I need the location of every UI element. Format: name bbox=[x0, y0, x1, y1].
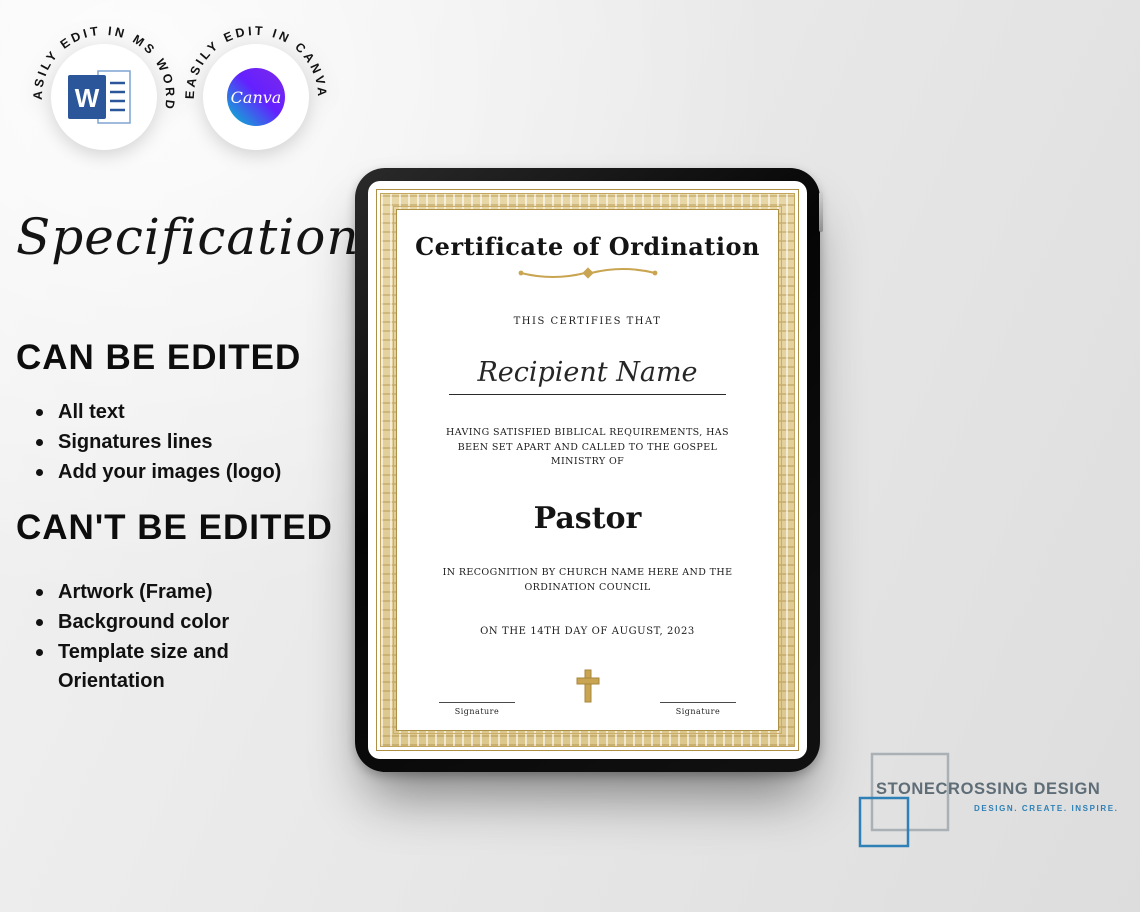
certificate-title: Certificate of Ordination bbox=[415, 232, 760, 261]
can-be-edited-list: All text Signatures lines Add your image… bbox=[34, 398, 314, 488]
body-text-bottom: IN RECOGNITION BY CHURCH NAME HERE AND T… bbox=[442, 567, 733, 593]
cant-be-edited-heading: CAN'T BE EDITED bbox=[16, 508, 333, 547]
tablet-side-button bbox=[819, 192, 823, 232]
list-item: Add your images (logo) bbox=[34, 458, 314, 487]
list-item: Background color bbox=[34, 608, 314, 637]
recipient-block: Recipient Name bbox=[449, 357, 726, 396]
certifies-block: THIS CERTIFIES THAT bbox=[514, 316, 662, 327]
certificate-content: Certificate of Ordination THIS CERTIFIES… bbox=[393, 206, 782, 734]
brand-tagline: DESIGN. CREATE. INSPIRE. bbox=[974, 804, 1119, 813]
brand-logo: STONECROSSING DESIGN DESIGN. CREATE. INS… bbox=[856, 748, 1117, 858]
certificate-ornate-border: Certificate of Ordination THIS CERTIFIES… bbox=[380, 193, 795, 747]
specification-title: Specification bbox=[16, 208, 360, 266]
list-item: Template size and Orientation bbox=[34, 638, 314, 696]
can-be-edited-heading: CAN BE EDITED bbox=[16, 338, 302, 377]
signature-label: Signature bbox=[454, 706, 500, 716]
list-item: Signatures lines bbox=[34, 428, 314, 457]
signature-label: Signature bbox=[675, 706, 721, 716]
list-item: All text bbox=[34, 398, 314, 427]
canva-badge: EASILY EDIT IN CANVA Canva bbox=[183, 24, 326, 150]
body-text-top: HAVING SATISFIED BIBLICAL REQUIREMENTS, … bbox=[446, 426, 729, 468]
cant-be-edited-list: Artwork (Frame) Background color Templat… bbox=[34, 578, 314, 697]
signature-line bbox=[660, 701, 736, 703]
brand-squares-icon bbox=[858, 752, 950, 848]
canva-icon: Canva bbox=[227, 68, 285, 126]
product-mockup-page: EASILY EDIT IN MS WORD W EASILY EDIT IN … bbox=[0, 0, 1140, 912]
canva-logo-text: Canva bbox=[231, 88, 282, 107]
certifies-line: THIS CERTIFIES THAT bbox=[513, 315, 662, 327]
tablet-screen: Certificate of Ordination THIS CERTIFIES… bbox=[368, 181, 807, 759]
cross-icon bbox=[574, 668, 602, 708]
tablet-mockup: Certificate of Ordination THIS CERTIFIES… bbox=[355, 168, 823, 772]
signature-row: Signature Signature bbox=[413, 668, 762, 716]
brand-name: STONECROSSING DESIGN bbox=[876, 780, 1101, 798]
certificate: Certificate of Ordination THIS CERTIFIES… bbox=[376, 189, 799, 751]
flourish-ornament-icon bbox=[415, 265, 760, 285]
ms-word-badge: EASILY EDIT IN MS WORD W bbox=[20, 13, 174, 150]
list-item: Artwork (Frame) bbox=[34, 578, 314, 607]
certificate-header: Certificate of Ordination bbox=[415, 232, 760, 285]
date-line: ON THE 14TH DAY OF AUGUST, 2023 bbox=[480, 626, 695, 638]
ms-word-icon: W bbox=[68, 70, 131, 124]
recipient-name: Recipient Name bbox=[449, 357, 726, 396]
signature-line bbox=[439, 701, 515, 703]
signature-left: Signature bbox=[439, 701, 515, 716]
word-logo-letter: W bbox=[75, 83, 100, 113]
role-title: Pastor bbox=[533, 500, 642, 536]
signature-right: Signature bbox=[660, 701, 736, 716]
